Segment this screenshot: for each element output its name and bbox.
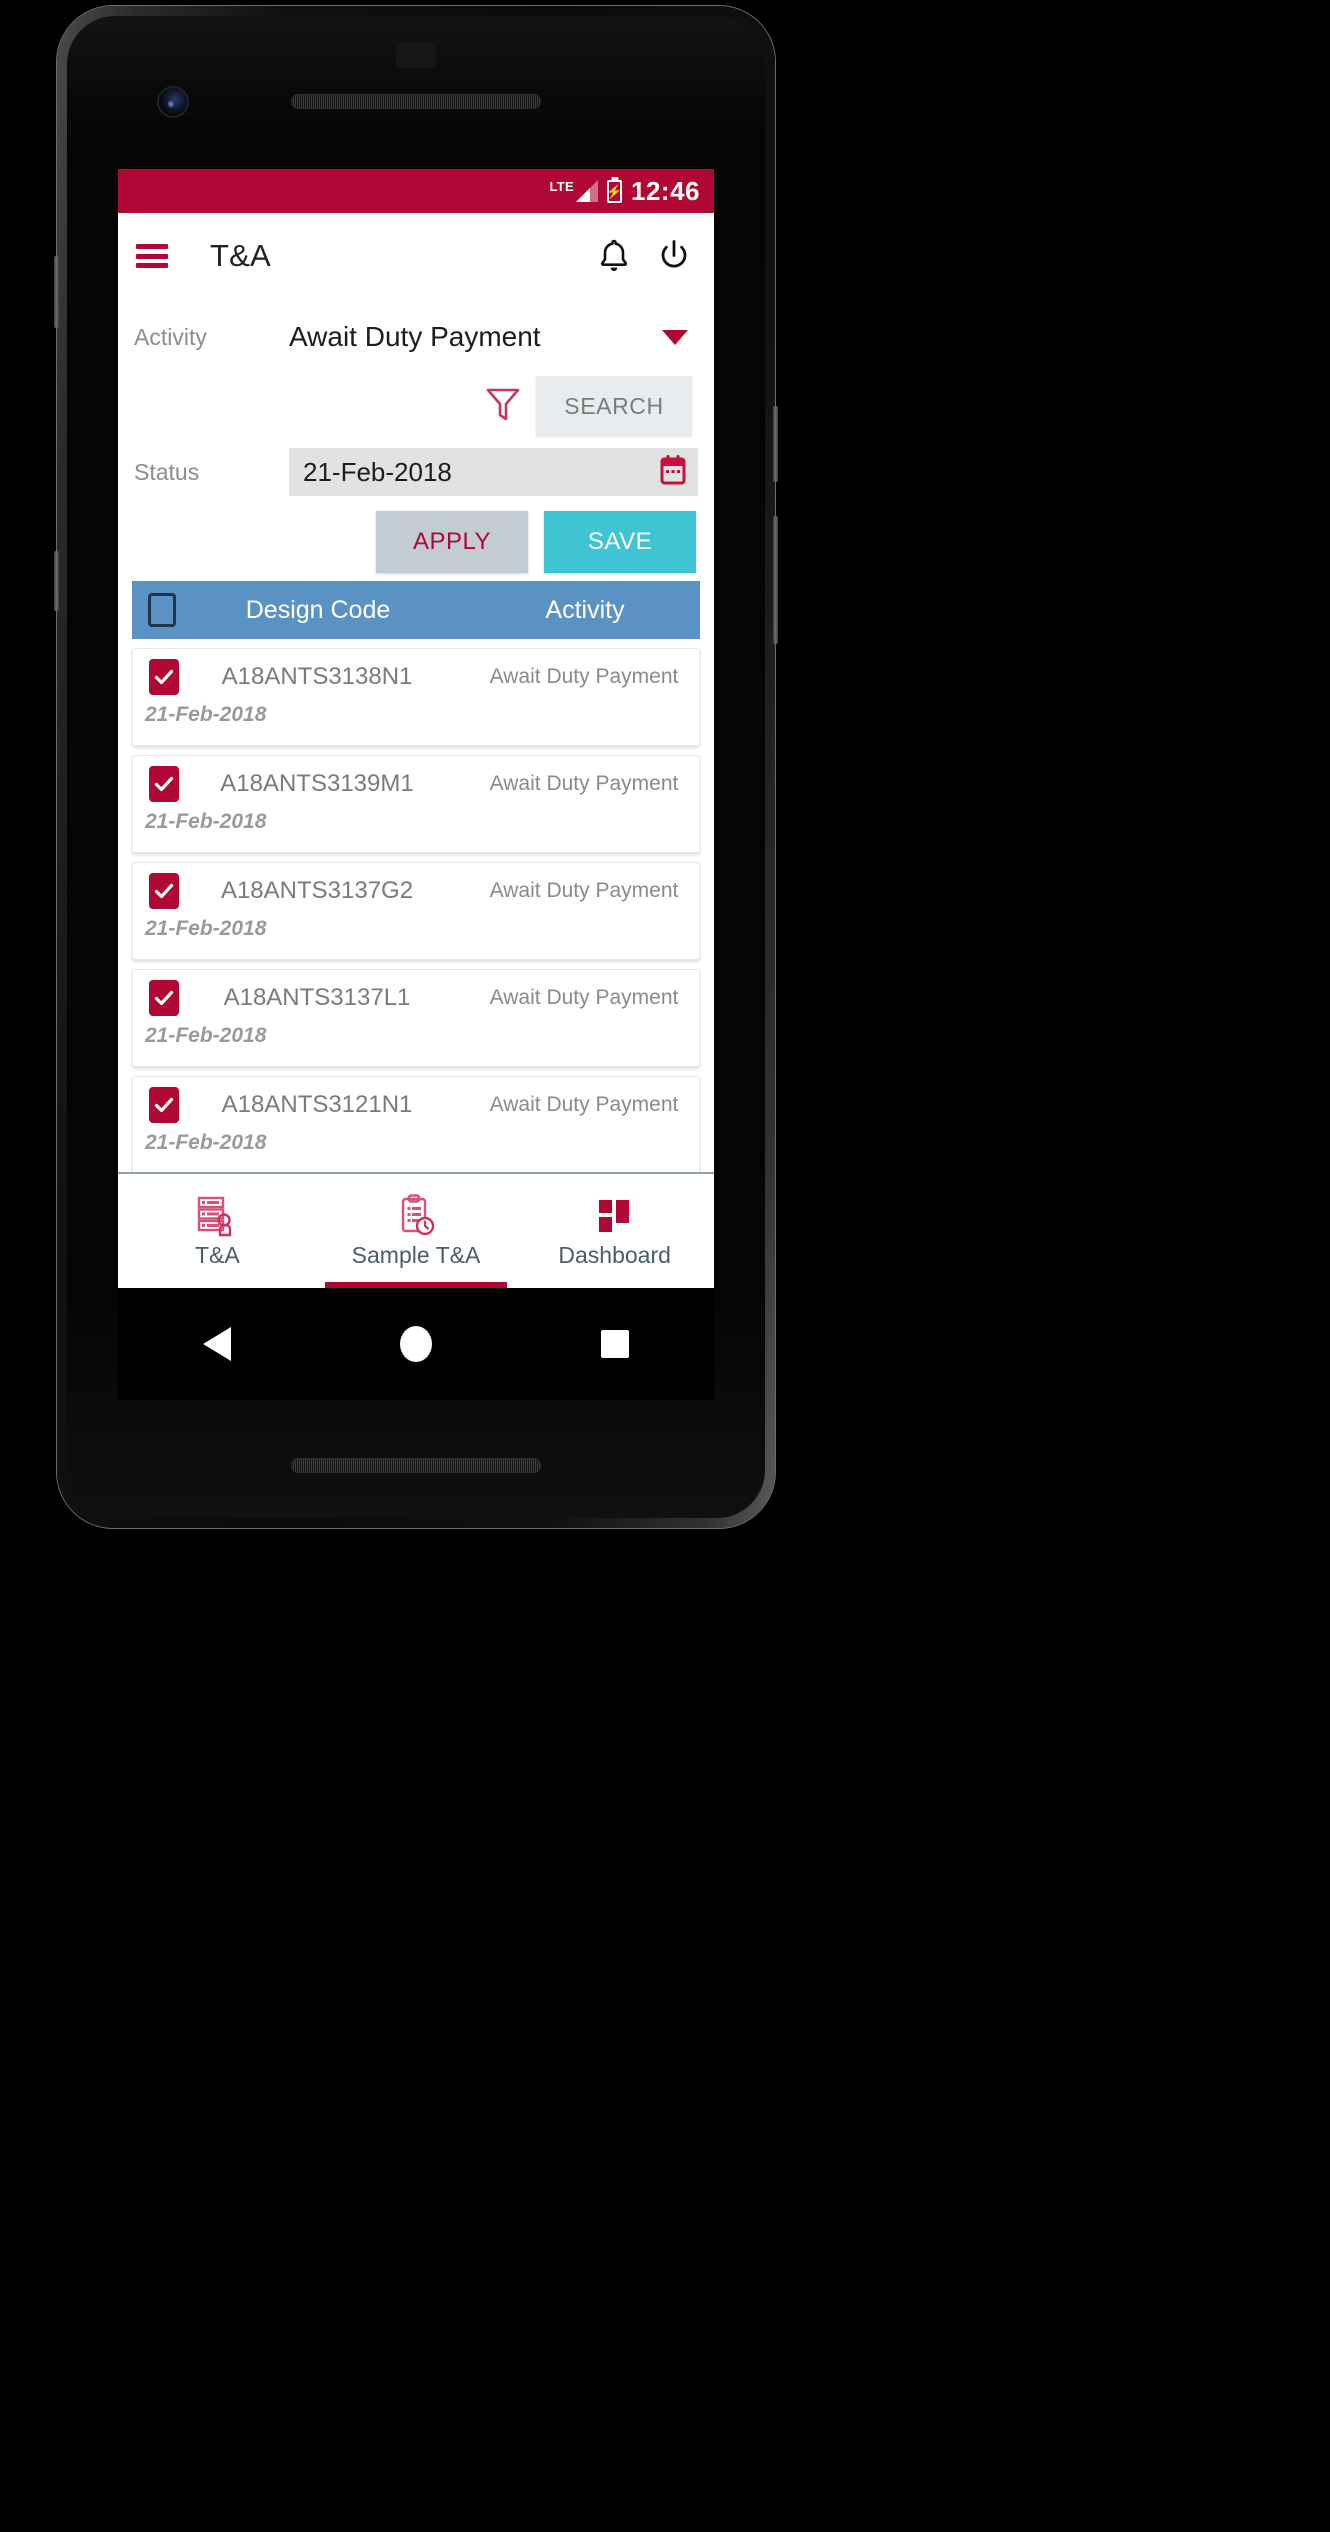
- table-row-main: A18ANTS3137G2 Await Duty Payment: [149, 863, 699, 919]
- android-system-nav: [118, 1288, 714, 1400]
- activity-dropdown-row[interactable]: Activity Await Duty Payment: [134, 299, 698, 375]
- bottom-nav-label: T&A: [194, 1241, 240, 1268]
- earpiece-speaker: [291, 94, 541, 109]
- row-design-code: A18ANTS3137G2: [220, 877, 414, 904]
- sim-tray: [54, 256, 59, 328]
- row-design-code: A18ANTS3138N1: [221, 663, 413, 690]
- table-row-main: A18ANTS3139M1 Await Duty Payment: [149, 756, 699, 812]
- row-activity: Await Duty Payment: [489, 772, 679, 795]
- row-activity: Await Duty Payment: [489, 665, 679, 688]
- table-row-main: A18ANTS3138N1 Await Duty Payment: [149, 649, 699, 705]
- date-input-value: 21-Feb-2018: [303, 456, 452, 487]
- date-input[interactable]: 21-Feb-2018: [289, 448, 698, 496]
- bottom-nav-item-dashboard[interactable]: Dashboard: [515, 1174, 714, 1288]
- phone-display: LTE ⚡ 12:46 T&A Activity Await Duty Paym…: [118, 169, 714, 1288]
- battery-charging-icon: ⚡: [606, 179, 623, 203]
- search-row: SEARCH: [134, 375, 698, 437]
- bottom-navigation-bar: T&A Sample T&A Dashboard: [118, 1172, 714, 1288]
- row-date: 21-Feb-2018: [145, 1024, 267, 1047]
- bottom-nav-label: Sample T&A: [351, 1241, 481, 1268]
- back-triangle-icon[interactable]: [202, 1327, 231, 1361]
- recents-square-icon[interactable]: [601, 1330, 630, 1358]
- bottom-nav-item-t-a[interactable]: T&A: [118, 1174, 317, 1288]
- front-camera-icon: [159, 88, 187, 116]
- design-code-table: Design Code Activity A18ANTS3138N1 Await …: [118, 581, 714, 1211]
- dashboard-grid-icon: [595, 1194, 635, 1238]
- page-title: T&A: [210, 238, 271, 273]
- lte-label: LTE: [549, 179, 574, 194]
- save-button[interactable]: SAVE: [544, 511, 696, 573]
- activity-label: Activity: [134, 323, 207, 350]
- glass-sheen-top: [67, 16, 765, 136]
- row-activity: Await Duty Payment: [489, 986, 679, 1009]
- row-activity: Await Duty Payment: [489, 1093, 679, 1116]
- apply-button[interactable]: APPLY: [376, 511, 528, 573]
- app-bar: T&A: [118, 213, 714, 299]
- filter-form: Activity Await Duty Payment SEARCH Statu…: [118, 299, 714, 581]
- status-label: Status: [134, 458, 200, 485]
- table-row[interactable]: A18ANTS3139M1 Await Duty Payment 21-Feb-20…: [132, 755, 700, 853]
- table-row-main: A18ANTS3121N1 Await Duty Payment: [149, 1077, 699, 1133]
- activity-selected-value: Await Duty Payment: [289, 321, 541, 352]
- status-date-row: Status 21-Feb-2018: [134, 441, 698, 503]
- row-activity: Await Duty Payment: [489, 879, 679, 902]
- table-header-row: Design Code Activity: [132, 581, 700, 639]
- action-button-row: APPLY SAVE: [134, 503, 698, 581]
- bell-icon[interactable]: [592, 234, 636, 278]
- hardware-power-button[interactable]: [773, 406, 778, 482]
- hardware-aux-button[interactable]: [54, 551, 59, 611]
- status-bar: LTE ⚡ 12:46: [118, 169, 714, 213]
- table-row[interactable]: A18ANTS3121N1 Await Duty Payment 21-Feb-20…: [132, 1076, 700, 1174]
- calendar-icon[interactable]: [658, 454, 688, 491]
- row-date: 21-Feb-2018: [145, 1131, 267, 1154]
- chevron-down-icon[interactable]: [662, 329, 688, 345]
- server-stack-task-icon: [194, 1194, 240, 1238]
- table-row[interactable]: A18ANTS3137G2 Await Duty Payment 21-Feb-20…: [132, 862, 700, 960]
- row-design-code: A18ANTS3139M1: [220, 770, 414, 797]
- row-date: 21-Feb-2018: [145, 703, 267, 726]
- proximity-sensor: [396, 42, 436, 68]
- column-header-design-code: Design Code: [245, 595, 391, 624]
- hamburger-menu-icon[interactable]: [136, 244, 168, 268]
- bottom-speaker: [291, 1458, 541, 1473]
- home-circle-icon[interactable]: [399, 1326, 432, 1362]
- bottom-nav-item-sample-t-a[interactable]: Sample T&A: [317, 1174, 516, 1288]
- table-row[interactable]: A18ANTS3137L1 Await Duty Payment 21-Feb-20…: [132, 969, 700, 1067]
- hardware-volume-button[interactable]: [773, 516, 778, 644]
- search-button[interactable]: SEARCH: [536, 376, 692, 436]
- bottom-nav-label: Dashboard: [558, 1241, 671, 1268]
- row-design-code: A18ANTS3137L1: [223, 984, 411, 1011]
- column-header-activity: Activity: [545, 595, 625, 624]
- funnel-filter-icon[interactable]: [484, 384, 522, 429]
- table-row[interactable]: A18ANTS3138N1 Await Duty Payment 21-Feb-20…: [132, 648, 700, 746]
- clipboard-clock-icon: [393, 1193, 439, 1238]
- table-row-list: A18ANTS3138N1 Await Duty Payment 21-Feb-20…: [132, 648, 700, 1211]
- power-icon[interactable]: [652, 234, 696, 278]
- row-date: 21-Feb-2018: [145, 810, 267, 833]
- signal-bars-icon: [576, 180, 598, 202]
- table-row-main: A18ANTS3137L1 Await Duty Payment: [149, 970, 699, 1026]
- status-bar-clock: 12:46: [631, 175, 700, 206]
- row-date: 21-Feb-2018: [145, 917, 267, 940]
- network-status-group: LTE: [549, 179, 598, 202]
- row-design-code: A18ANTS3121N1: [221, 1091, 413, 1118]
